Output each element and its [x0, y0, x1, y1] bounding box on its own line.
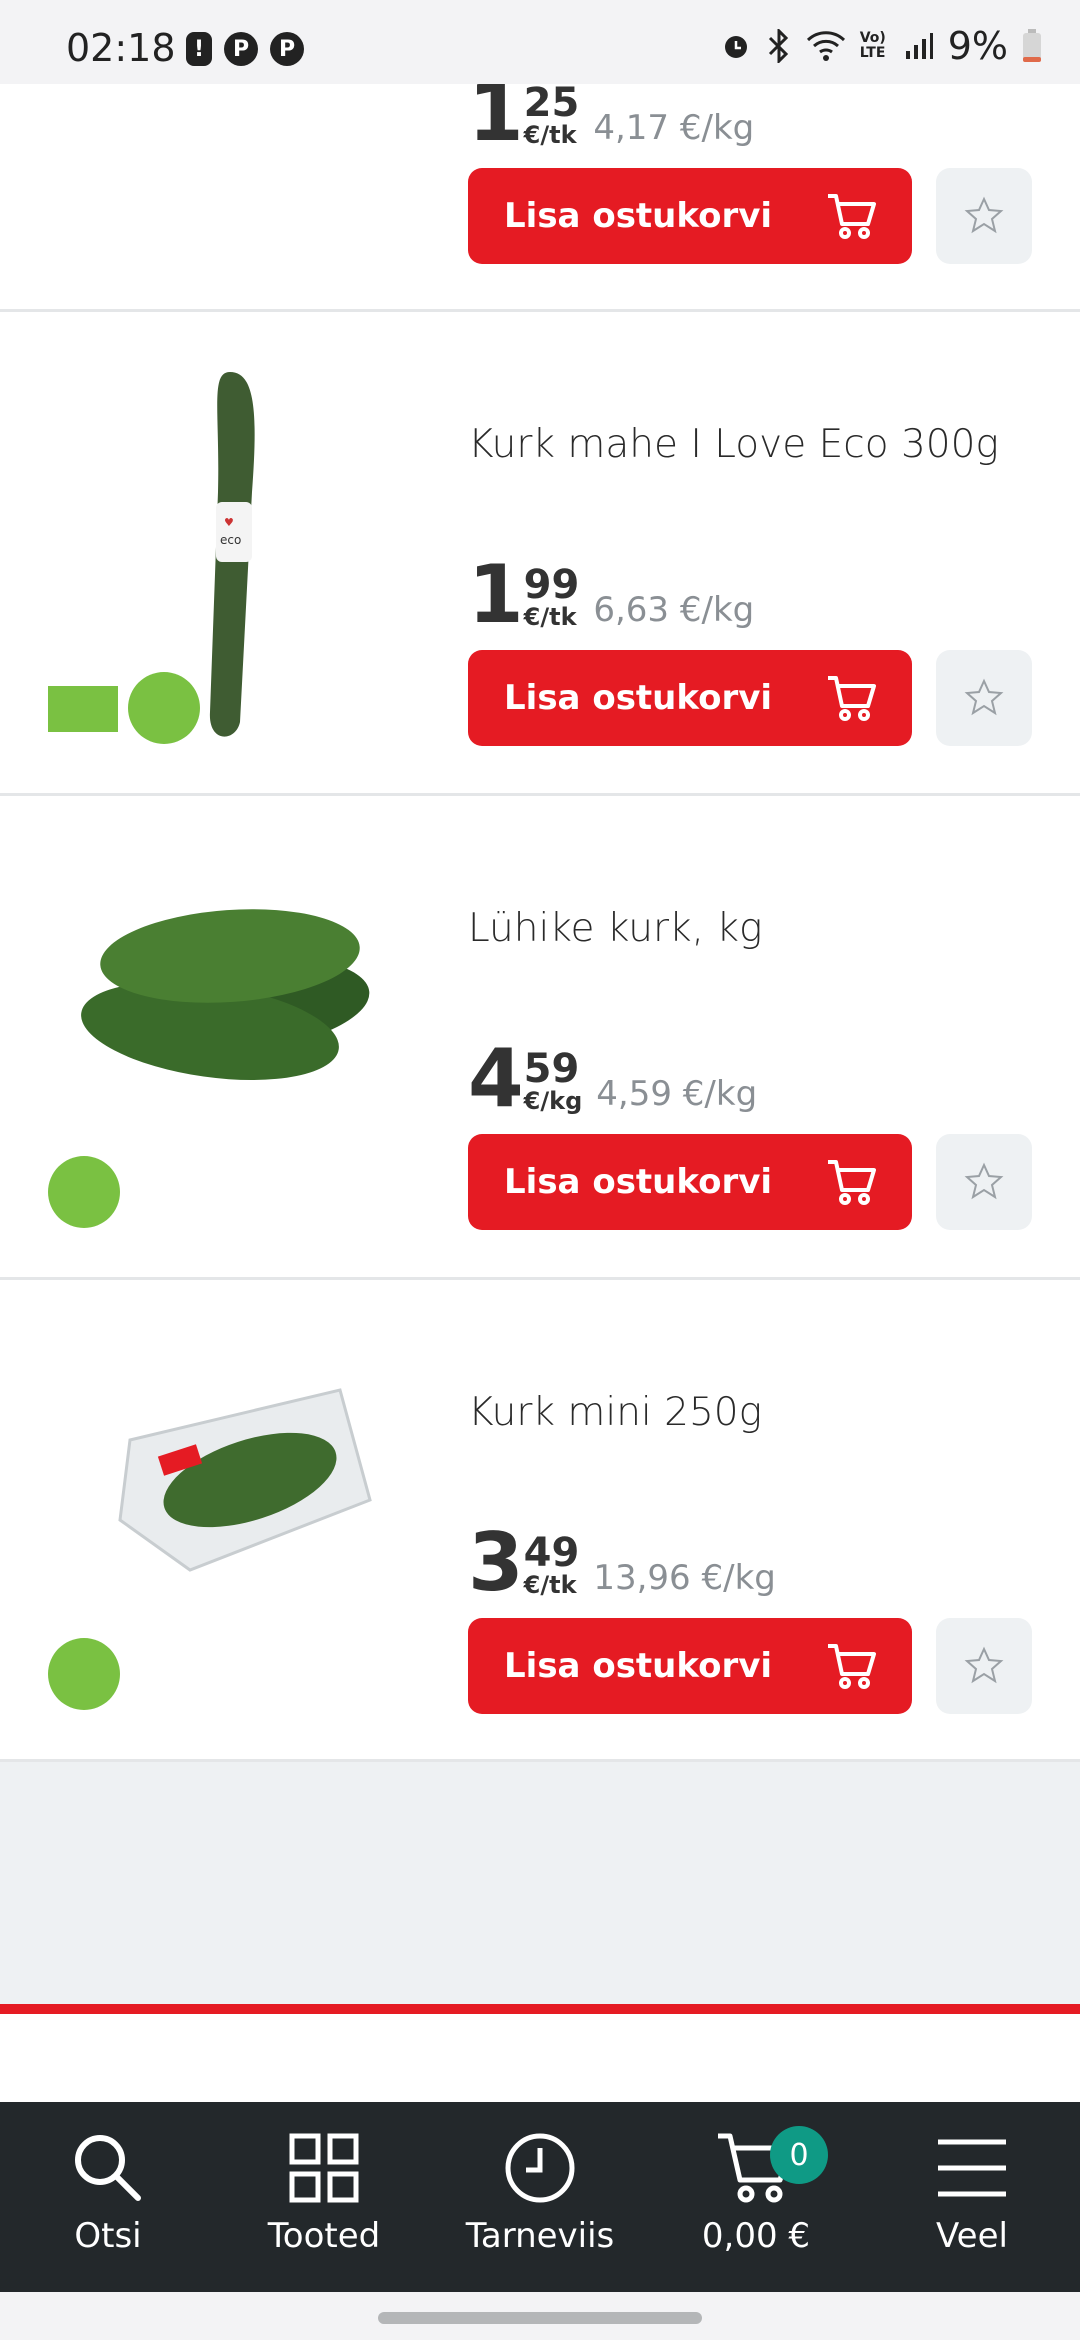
price-cents: 99 [523, 562, 580, 608]
cart-count-badge: 0 [770, 2126, 828, 2184]
product-image[interactable] [40, 1330, 420, 1610]
product-card: ♥ eco Kurk mahe I Love Eco 300g 1 99 €/t… [0, 312, 1080, 796]
nav-search[interactable]: Otsi [0, 2102, 216, 2292]
nav-more-label: Veel [936, 2216, 1008, 2256]
wifi-icon [806, 31, 845, 61]
notification-icons: ! P P [186, 32, 304, 66]
nav-delivery[interactable]: Tarneviis [432, 2102, 648, 2292]
favorite-button[interactable] [936, 168, 1032, 264]
nav-cart[interactable]: 0 0,00 € [648, 2102, 864, 2292]
cart-icon [828, 676, 876, 721]
favorite-button[interactable] [936, 1618, 1032, 1714]
battery-percent: 9% [947, 24, 1008, 68]
star-icon [964, 678, 1004, 716]
home-gesture-bar[interactable] [378, 2312, 702, 2324]
product-image[interactable] [40, 856, 420, 1116]
product-name[interactable]: Kurk mahe I Love Eco 300g [468, 422, 999, 467]
product-name[interactable]: Kurk mini 250g [468, 1390, 762, 1435]
favorite-button[interactable] [936, 1134, 1032, 1230]
status-bar: 02:18 ! P P Vo) LTE 9% [0, 0, 1080, 84]
add-to-cart-label: Lisa ostukorvi [504, 678, 773, 718]
star-icon [964, 1162, 1004, 1200]
clock-icon [505, 2133, 575, 2203]
nav-more[interactable]: Veel [864, 2102, 1080, 2292]
pinterest-icon: P [224, 32, 258, 66]
add-to-cart-button[interactable]: Lisa ostukorvi [468, 168, 912, 264]
search-icon [75, 2135, 141, 2201]
svg-text:eco: eco [220, 533, 241, 547]
product-card: Kurk mini 250g 3 49 €/tk 13,96 €/kg Lisa… [0, 1280, 1080, 1762]
status-time: 02:18 [66, 26, 176, 70]
add-to-cart-button[interactable]: Lisa ostukorvi [468, 1618, 912, 1714]
price-unit: €/tk [523, 1571, 577, 1599]
nav-products[interactable]: Tooted [216, 2102, 432, 2292]
network-type: Vo) LTE [859, 30, 886, 61]
nav-delivery-label: Tarneviis [465, 2216, 615, 2256]
price-integer: 4 [468, 1032, 524, 1125]
favorite-button[interactable] [936, 650, 1032, 746]
star-icon [964, 1646, 1004, 1684]
cart-icon [828, 194, 876, 239]
price-integer: 1 [468, 66, 524, 159]
star-icon [964, 196, 1004, 234]
add-to-cart-label: Lisa ostukorvi [504, 196, 773, 236]
add-to-cart-label: Lisa ostukorvi [504, 1646, 773, 1686]
menu-icon [938, 2139, 1006, 2197]
price-cents: 49 [523, 1530, 580, 1576]
price: 1 25 €/tk 4,17 €/kg [468, 66, 755, 159]
local-product-badge [48, 1638, 120, 1710]
price-integer: 3 [468, 1516, 524, 1609]
local-product-badge [48, 1156, 120, 1228]
price-per-kg: 4,17 €/kg [593, 108, 755, 148]
local-product-badge [128, 672, 200, 744]
nav-cart-total: 0,00 € [701, 2216, 811, 2256]
svg-text:♥: ♥ [224, 516, 234, 529]
price: 1 99 €/tk 6,63 €/kg [468, 548, 755, 641]
price-unit: €/kg [523, 1087, 583, 1115]
price-per-kg: 13,96 €/kg [593, 1558, 776, 1598]
product-card: Lühike kurk, kg 4 59 €/kg 4,59 €/kg Lisa… [0, 796, 1080, 1280]
battery-icon [1023, 29, 1041, 62]
add-to-cart-label: Lisa ostukorvi [504, 1162, 773, 1202]
bottom-nav: Otsi Tooted Tarneviis 0 0,00 € Veel [0, 2102, 1080, 2292]
eu-organic-badge [48, 686, 118, 732]
price-unit: €/tk [523, 121, 577, 149]
price-cents: 59 [523, 1046, 580, 1092]
price-integer: 1 [468, 548, 524, 641]
system-icons: Vo) LTE 9% [720, 24, 1042, 68]
cart-icon [828, 1644, 876, 1689]
alert-icon: ! [186, 32, 212, 66]
section-divider [0, 2004, 1080, 2014]
price: 4 59 €/kg 4,59 €/kg [468, 1032, 758, 1125]
grid-icon [289, 2133, 359, 2203]
bluetooth-icon [768, 29, 788, 63]
price-per-kg: 4,59 €/kg [596, 1074, 758, 1114]
add-to-cart-button[interactable]: Lisa ostukorvi [468, 1134, 912, 1230]
price: 3 49 €/tk 13,96 €/kg [468, 1516, 776, 1609]
signal-icon [905, 33, 933, 59]
list-footer-spacer [0, 1762, 1080, 2006]
nav-search-label: Otsi [74, 2216, 142, 2256]
price-unit: €/tk [523, 603, 577, 631]
alarm-icon [724, 36, 747, 58]
cart-icon [828, 1160, 876, 1205]
price-cents: 25 [523, 80, 580, 126]
price-per-kg: 6,63 €/kg [593, 590, 755, 630]
nav-products-label: Tooted [267, 2216, 381, 2256]
add-to-cart-button[interactable]: Lisa ostukorvi [468, 650, 912, 746]
product-name[interactable]: Lühike kurk, kg [468, 906, 762, 951]
pinterest-icon: P [270, 32, 304, 66]
